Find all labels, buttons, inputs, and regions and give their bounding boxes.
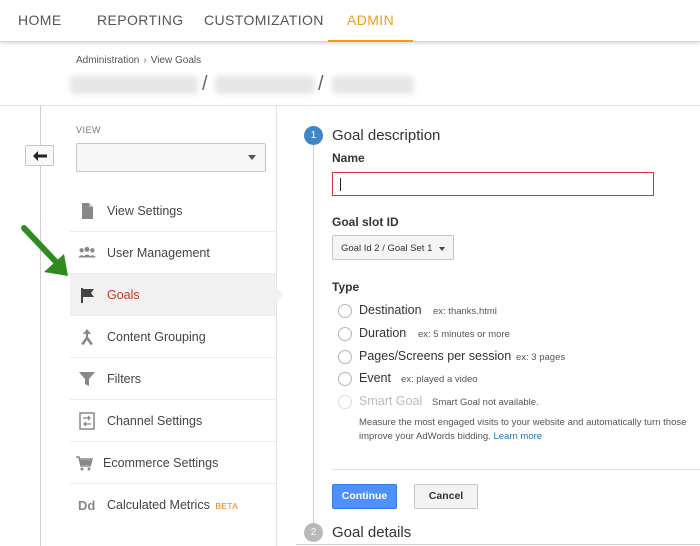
radio-button[interactable]	[338, 350, 352, 364]
sidebar-item-label: Calculated Metrics BETA	[107, 498, 239, 512]
path-separator: /	[318, 73, 324, 95]
sidebar-item-view-settings[interactable]: View Settings	[70, 190, 276, 232]
header-divider	[0, 105, 700, 106]
step-2-badge: 2	[304, 523, 323, 542]
smart-goal-desc-line1: Measure the most engaged visits to your …	[359, 417, 687, 428]
radio-button[interactable]	[338, 372, 352, 386]
cart-icon	[76, 456, 93, 471]
bottom-divider	[296, 544, 700, 545]
radio-button	[338, 395, 352, 409]
view-name-redacted[interactable]	[332, 76, 414, 94]
sidebar-item-label: Content Grouping	[107, 330, 206, 344]
flag-icon	[81, 288, 94, 303]
sidebar-item-label: View Settings	[107, 204, 183, 218]
form-divider	[332, 469, 700, 470]
channel-icon	[79, 412, 95, 430]
view-menu: View Settings User Management Goals Cont…	[70, 190, 276, 526]
radio-button[interactable]	[338, 304, 352, 318]
radio-button[interactable]	[338, 327, 352, 341]
goal-description-title[interactable]: Goal description	[332, 127, 440, 144]
sidebar-item-ecommerce-settings[interactable]: Ecommerce Settings	[70, 442, 276, 484]
sidebar-item-label: Ecommerce Settings	[103, 456, 219, 470]
type-option-label: Smart Goal	[359, 394, 423, 408]
cancel-button[interactable]: Cancel	[414, 484, 478, 509]
sidebar-item-label: Channel Settings	[107, 414, 203, 428]
panel-connector-line	[40, 106, 41, 546]
view-select[interactable]	[76, 143, 266, 172]
goal-slot-select[interactable]: Goal Id 2 / Goal Set 1	[332, 235, 454, 260]
sidebar-item-content-grouping[interactable]: Content Grouping	[70, 316, 276, 358]
type-option-example: ex: thanks.html	[433, 306, 497, 317]
tab-reporting[interactable]: REPORTING	[97, 0, 184, 42]
goal-slot-value: Goal Id 2 / Goal Set 1	[341, 243, 433, 254]
type-option-label: Duration	[359, 326, 407, 340]
type-label: Type	[332, 280, 360, 294]
view-label: VIEW	[76, 125, 102, 135]
name-label: Name	[332, 151, 365, 165]
smart-goal-description: Measure the most engaged visits to your …	[359, 416, 700, 444]
chevron-down-icon	[248, 155, 256, 160]
type-option-label: Pages/Screens per session	[359, 349, 512, 363]
chevron-down-icon	[439, 247, 445, 251]
continue-button[interactable]: Continue	[332, 484, 397, 509]
step-1-badge: 1	[304, 126, 323, 145]
learn-more-link[interactable]: Learn more	[493, 431, 542, 442]
type-option-example: Smart Goal not available.	[432, 397, 539, 408]
text-cursor	[340, 178, 341, 191]
dd-icon: Dd	[78, 498, 95, 513]
tab-customization[interactable]: CUSTOMIZATION	[204, 0, 324, 42]
breadcrumb-separator: ›	[143, 55, 147, 66]
property-name-redacted[interactable]	[215, 76, 315, 94]
sidebar-item-label: User Management	[107, 246, 210, 260]
type-option-example: ex: played a video	[401, 374, 478, 385]
beta-badge: BETA	[215, 501, 239, 511]
goal-details-title[interactable]: Goal details	[332, 524, 411, 541]
top-navigation: HOME REPORTING CUSTOMIZATION ADMIN	[0, 0, 700, 42]
sidebar-item-filters[interactable]: Filters	[70, 358, 276, 400]
account-name-redacted[interactable]	[70, 76, 198, 94]
type-option-example: ex: 3 pages	[516, 352, 566, 363]
sidebar-item-goals[interactable]: Goals	[70, 274, 276, 316]
svg-text:Dd: Dd	[78, 498, 95, 513]
sidebar-item-label: Goals	[107, 288, 140, 302]
panel-divider	[276, 106, 277, 546]
sidebar-item-user-management[interactable]: User Management	[70, 232, 276, 274]
sidebar-item-calculated-metrics[interactable]: Dd Calculated Metrics BETA	[70, 484, 276, 526]
type-option-label: Destination	[359, 303, 422, 317]
type-option-example: ex: 5 minutes or more	[418, 329, 510, 340]
type-option-label: Event	[359, 371, 391, 385]
sidebar-item-label: Filters	[107, 372, 142, 386]
tab-admin[interactable]: ADMIN	[328, 0, 414, 42]
back-arrow-icon	[32, 151, 47, 161]
goal-slot-label: Goal slot ID	[332, 215, 399, 229]
tab-home[interactable]: HOME	[18, 0, 62, 42]
goal-name-input[interactable]	[332, 172, 654, 196]
back-button[interactable]	[25, 145, 54, 166]
breadcrumb: Administration › View Goals	[76, 55, 201, 66]
filter-icon	[79, 372, 95, 386]
smart-goal-desc-line2: improve your AdWords bidding. Learn more	[359, 431, 543, 442]
step-connector-line	[313, 143, 314, 531]
account-path: / /	[70, 73, 700, 97]
breadcrumb-administration[interactable]: Administration	[76, 55, 139, 66]
content-grouping-icon	[81, 329, 93, 345]
active-item-pointer	[276, 287, 283, 303]
path-separator: /	[202, 73, 208, 95]
breadcrumb-view-goals: View Goals	[150, 55, 202, 66]
sidebar-item-channel-settings[interactable]: Channel Settings	[70, 400, 276, 442]
annotation-arrow-icon	[21, 225, 68, 276]
